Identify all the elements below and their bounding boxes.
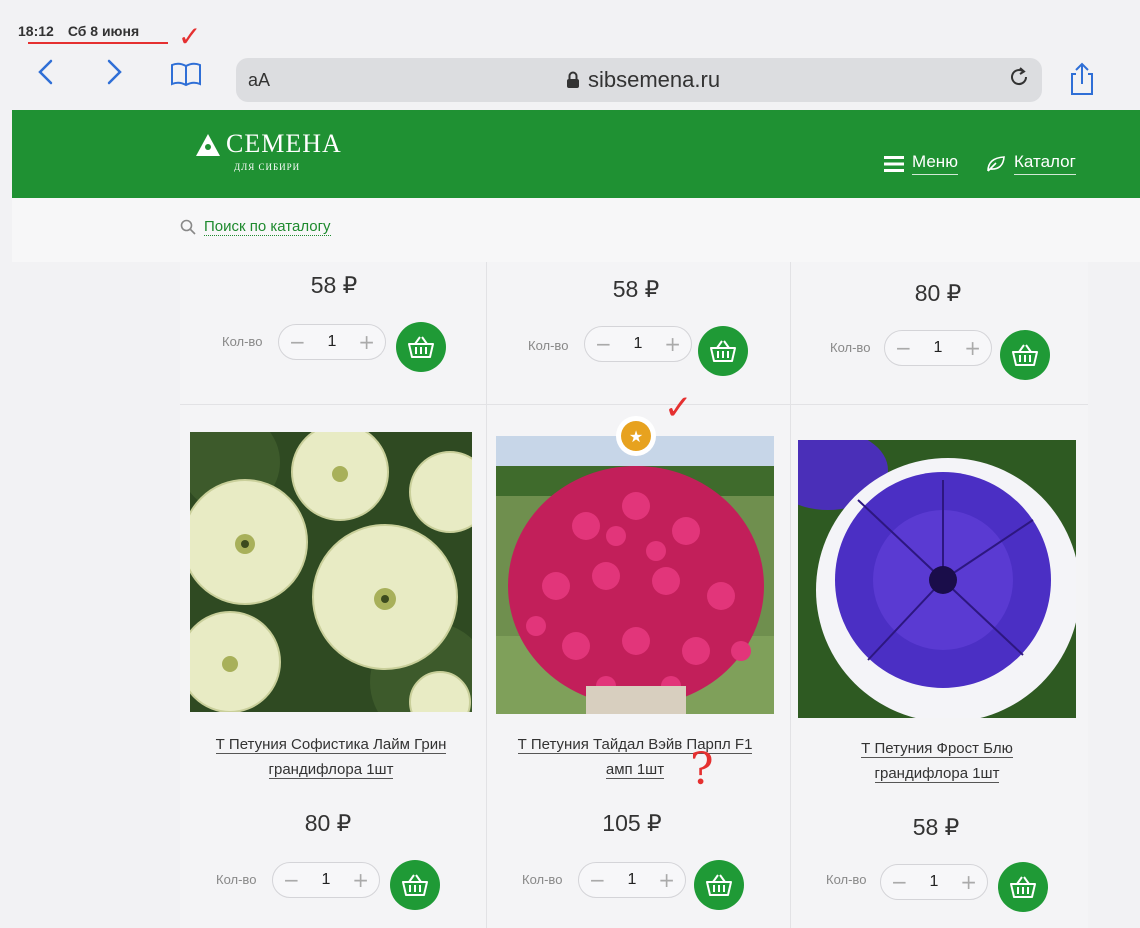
hamburger-icon (884, 155, 904, 172)
basket-icon (706, 874, 732, 896)
increment-button[interactable]: + (960, 870, 977, 894)
reload-icon[interactable] (1008, 66, 1030, 94)
column-divider (486, 262, 487, 928)
product-title[interactable]: Т Петуния Софистика Лайм Грин грандифлор… (186, 732, 476, 782)
product-price: 80 ₽ (304, 810, 352, 836)
address-bar[interactable]: аА sibsemena.ru (236, 58, 1042, 102)
annotation-underline (28, 42, 168, 44)
add-to-cart-button[interactable] (396, 322, 446, 372)
quantity-stepper[interactable]: − 1 + (884, 330, 992, 366)
quantity-value[interactable]: 1 (322, 871, 331, 889)
column-divider (790, 262, 791, 928)
add-to-cart-button[interactable] (998, 862, 1048, 912)
quantity-value[interactable]: 1 (934, 339, 943, 357)
product-price: 105 ₽ (602, 810, 662, 836)
search-row: Поиск по каталогу (12, 198, 1140, 262)
logo-subtitle: ДЛЯ СИБИРИ (234, 162, 301, 172)
basket-icon (710, 340, 736, 362)
basket-icon (1012, 344, 1038, 366)
add-to-cart-button[interactable] (390, 860, 440, 910)
increment-button[interactable]: + (352, 868, 369, 892)
product-title-line[interactable]: грандифлора 1шт (268, 761, 394, 779)
basket-icon (408, 336, 434, 358)
decrement-button[interactable]: − (891, 870, 908, 894)
featured-badge: ★ (616, 416, 656, 456)
increment-button[interactable]: + (358, 330, 375, 354)
product-title[interactable]: Т Петуния Тайдал Вэйв Парпл F1 амп 1шт (490, 732, 780, 782)
add-to-cart-button[interactable] (694, 860, 744, 910)
catalog-link[interactable]: Каталог (986, 152, 1076, 175)
row-divider (180, 404, 1088, 405)
search-label: Поиск по каталогу (204, 218, 331, 236)
add-to-cart-button[interactable] (698, 326, 748, 376)
product-title-line[interactable]: грандифлора 1шт (874, 765, 1000, 783)
star-icon: ★ (621, 421, 651, 451)
product-title-line[interactable]: амп 1шт (605, 761, 665, 779)
quantity-value[interactable]: 1 (328, 333, 337, 351)
product-price: 58 ₽ (912, 814, 960, 840)
text-size-button[interactable]: аА (248, 70, 270, 91)
status-bar: 18:12 Сб 8 июня (18, 18, 139, 44)
decrement-button[interactable]: − (595, 332, 612, 356)
basket-icon (1010, 876, 1036, 898)
increment-button[interactable]: + (964, 336, 981, 360)
increment-button[interactable]: + (664, 332, 681, 356)
product-price: 58 ₽ (310, 272, 358, 298)
product-title-line[interactable]: Т Петуния Софистика Лайм Грин (215, 736, 447, 754)
logo-sun-icon (196, 134, 220, 156)
decrement-button[interactable]: − (289, 330, 306, 354)
quantity-stepper[interactable]: − 1 + (880, 864, 988, 900)
product-price: 58 ₽ (612, 276, 660, 302)
annotation-question-icon: ? (690, 744, 714, 795)
leaf-icon (987, 155, 1005, 172)
product-title-line[interactable]: Т Петуния Фрост Блю (861, 740, 1013, 758)
product-image[interactable] (190, 432, 472, 712)
qty-label: Кол-во (222, 334, 263, 349)
quantity-stepper[interactable]: − 1 + (584, 326, 692, 362)
quantity-stepper[interactable]: − 1 + (278, 324, 386, 360)
qty-label: Кол-во (826, 872, 867, 887)
status-time: 18:12 (18, 23, 54, 39)
quantity-stepper[interactable]: − 1 + (272, 862, 380, 898)
tablet-screen: 18:12 Сб 8 июня ✓ аА sibsemena.ru СЕМЕНА… (0, 0, 1140, 928)
decrement-button[interactable]: − (283, 868, 300, 892)
decrement-button[interactable]: − (895, 336, 912, 360)
site-header: СЕМЕНА ДЛЯ СИБИРИ Меню Каталог (12, 110, 1140, 198)
menu-label: Меню (912, 152, 958, 175)
qty-label: Кол-во (830, 340, 871, 355)
product-image[interactable] (496, 436, 774, 714)
qty-label: Кол-во (216, 872, 257, 887)
status-date: Сб 8 июня (67, 23, 140, 39)
increment-button[interactable]: + (658, 868, 675, 892)
logo-text: СЕМЕНА (226, 129, 342, 158)
menu-link[interactable]: Меню (884, 152, 958, 175)
product-image[interactable] (798, 440, 1076, 718)
browser-toolbar: аА sibsemena.ru (0, 48, 1140, 112)
catalog-label: Каталог (1014, 152, 1076, 175)
quantity-value[interactable]: 1 (628, 871, 637, 889)
decrement-button[interactable]: − (589, 868, 606, 892)
search-icon (180, 219, 196, 235)
qty-label: Кол-во (528, 338, 569, 353)
site-logo[interactable]: СЕМЕНА ДЛЯ СИБИРИ (194, 129, 342, 172)
back-icon[interactable] (28, 54, 64, 90)
product-price: 80 ₽ (914, 280, 962, 306)
product-grid: 58 ₽ Кол-во − 1 + 58 ₽ Кол-во − 1 + 80 ₽… (180, 262, 1088, 928)
product-title-line[interactable]: Т Петуния Тайдал Вэйв Парпл F1 (517, 736, 753, 754)
quantity-value[interactable]: 1 (930, 873, 939, 891)
product-title[interactable]: Т Петуния Фрост Блю грандифлора 1шт (792, 736, 1082, 786)
annotation-check-icon: ✓ (664, 388, 693, 428)
bookmarks-icon[interactable] (168, 56, 204, 92)
qty-label: Кол-во (522, 872, 563, 887)
catalog-search[interactable]: Поиск по каталогу (180, 218, 331, 236)
quantity-value[interactable]: 1 (634, 335, 643, 353)
quantity-stepper[interactable]: − 1 + (578, 862, 686, 898)
add-to-cart-button[interactable] (1000, 330, 1050, 380)
url-text: sibsemena.ru (588, 67, 721, 92)
lock-icon (567, 71, 579, 88)
forward-icon[interactable] (96, 54, 132, 90)
share-icon[interactable] (1068, 62, 1096, 101)
basket-icon (402, 874, 428, 896)
